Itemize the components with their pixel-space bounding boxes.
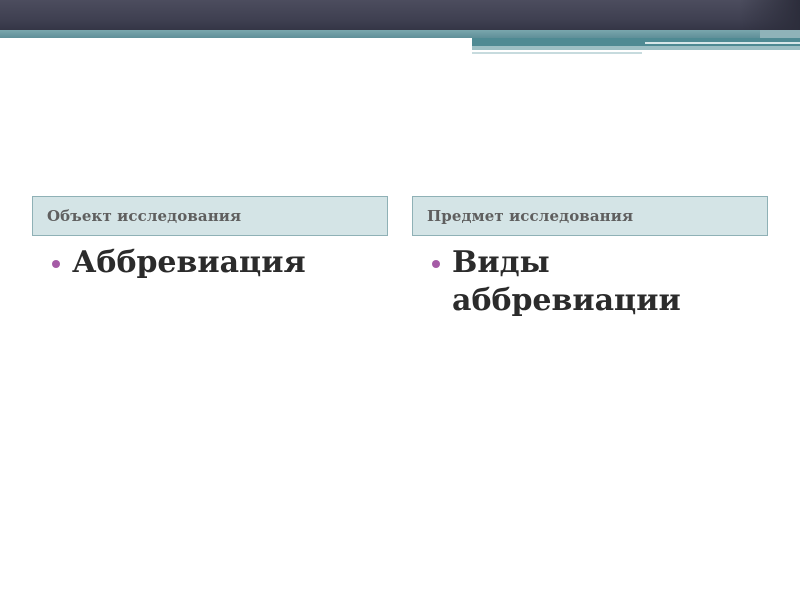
bullet-dot-icon [432,260,440,268]
column-content-subject: Виды аббревиации [432,244,762,320]
teal-accent-corner [760,30,800,38]
accent-stripe-upper [645,42,800,44]
column-header-subject-label: Предмет исследования [427,207,634,225]
column-header-object-label: Объект исследования [47,207,242,225]
teal-accent-line [0,30,800,38]
column-header-subject: Предмет исследования [412,196,768,236]
list-item: Виды аббревиации [432,244,762,320]
top-banner [0,0,800,30]
list-item-text: Виды аббревиации [452,245,681,318]
bullet-dot-icon [52,260,60,268]
slide: Объект исследования Аббревиация Предмет … [0,0,800,600]
column-content-object: Аббревиация [52,244,382,282]
list-item-text: Аббревиация [72,245,306,280]
accent-stripe-middle [472,46,800,50]
list-item: Аббревиация [52,244,382,282]
accent-stripe-lower [472,52,642,54]
banner-shade [740,0,800,30]
column-header-object: Объект исследования [32,196,388,236]
